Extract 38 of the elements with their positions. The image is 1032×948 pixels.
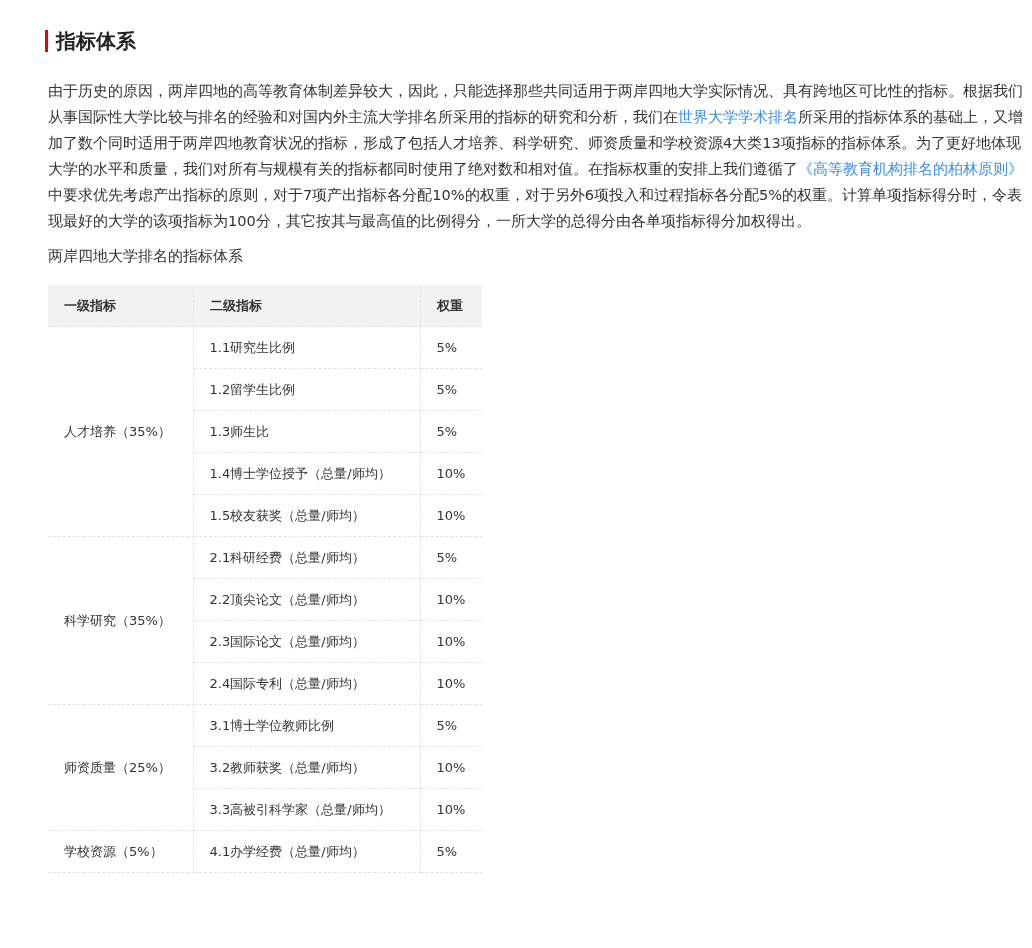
- table-cell: 3.1博士学位教师比例: [193, 704, 420, 747]
- table-cell: 2.1科研经费（总量/师均）: [193, 536, 420, 579]
- table-cell: 10%: [420, 620, 482, 663]
- table-cell: 5%: [420, 410, 482, 453]
- table-cell: 10%: [420, 788, 482, 831]
- table-cell: 1.1研究生比例: [193, 326, 420, 369]
- table-cell: 师资质量（25%）: [48, 704, 193, 831]
- table-cell: 科学研究（35%）: [48, 536, 193, 705]
- table-cell: 5%: [420, 704, 482, 747]
- table-cell: 4.1办学经费（总量/师均）: [193, 830, 420, 873]
- text-link[interactable]: 世界大学学术排名: [678, 108, 798, 125]
- table-caption: 两岸四地大学排名的指标体系: [48, 246, 243, 266]
- table-cell: 2.4国际专利（总量/师均）: [193, 662, 420, 705]
- intro-paragraph: 由于历史的原因，两岸四地的高等教育体制差异较大，因此，只能选择那些共同适用于两岸四地大学实际情况、具有跨地区可比性的指标。根据我们从事国际性大学比较与排名的经验和对国内外主流大学排名所采用的指标的研究和分析，我们在世界大学学术排名所采用的指标体系的基础上，又增加了数个同时适用于两岸四地教育状况的指标，形成了包括人才培养、科学研究、师资质量和学校资源4大类13项指标的指标体系。为了更好地体现大学的水平和质量，我们对所有与规模有关的指标都同时使用了绝对数和相对值。在指标权重的安排上我们遵循了《高等教育机构排名的柏林原则》 中要求优先考虑产出指标的原则，对于7项产出指标各分配10%的权重，对于另外6项投入和过程指标各分配5%的权重。计算单项指标得分时，令表现最好的大学的该项指标为100分，其它按其与最高值的比例得分，一所大学的总得分由各单项指标得分加权得出。: [48, 81, 1024, 231]
- table-cell: 10%: [420, 578, 482, 621]
- table-cell: 10%: [420, 452, 482, 495]
- table-cell: 5%: [420, 368, 482, 411]
- column-header: 一级指标: [48, 284, 193, 327]
- column-header: 权重: [420, 284, 482, 327]
- table-cell: 5%: [420, 536, 482, 579]
- table-cell: 2.2顶尖论文（总量/师均）: [193, 578, 420, 621]
- table-cell: 学校资源（5%）: [48, 830, 193, 873]
- table-cell: 2.3国际论文（总量/师均）: [193, 620, 420, 663]
- table-cell: 3.2教师获奖（总量/师均）: [193, 746, 420, 789]
- table-cell: 人才培养（35%）: [48, 326, 193, 537]
- column-header: 二级指标: [193, 284, 420, 327]
- table-cell: 5%: [420, 830, 482, 873]
- table-cell: 10%: [420, 494, 482, 537]
- table-cell: 10%: [420, 746, 482, 789]
- table-cell: 1.3师生比: [193, 410, 420, 453]
- section-title: 指标体系: [45, 30, 136, 52]
- table-cell: 1.4博士学位授予（总量/师均）: [193, 452, 420, 495]
- table-cell: 1.2留学生比例: [193, 368, 420, 411]
- text-link[interactable]: 《高等教育机构排名的柏林原则》: [798, 160, 1023, 177]
- table-cell: 3.3高被引科学家（总量/师均）: [193, 788, 420, 831]
- table-cell: 5%: [420, 326, 482, 369]
- table-cell: 1.5校友获奖（总量/师均）: [193, 494, 420, 537]
- table-cell: 10%: [420, 662, 482, 705]
